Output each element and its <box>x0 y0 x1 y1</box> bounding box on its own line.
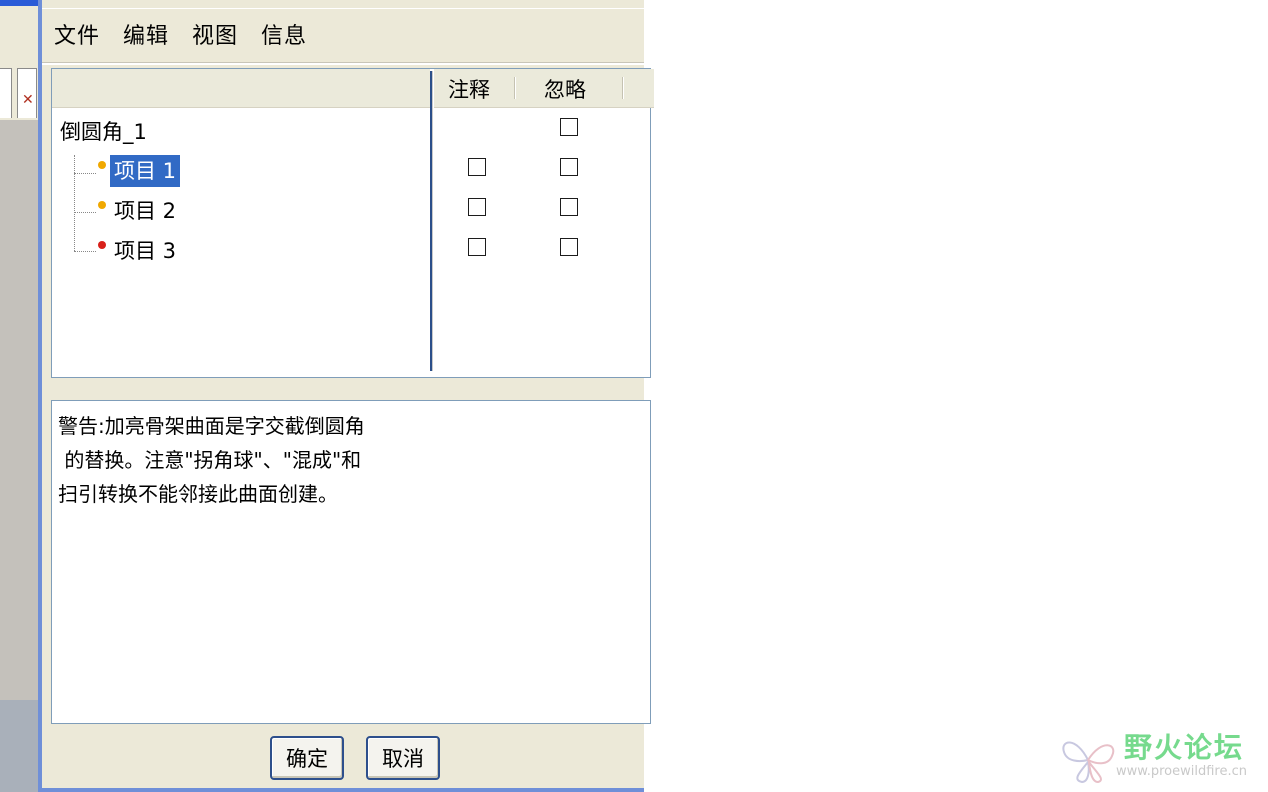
failure-diagnostics-dialog: 文件 编辑 视图 信息 注释 忽略 倒圆角_1 项目 1 项目 2 项目 3 警… <box>38 0 654 792</box>
tree-root-node[interactable]: 倒圆角_1 <box>60 113 147 149</box>
menu-file[interactable]: 文件 <box>54 18 100 50</box>
tree-header <box>52 69 430 108</box>
menu-edit[interactable]: 编辑 <box>123 18 169 50</box>
feature-tree-panel: 注释 忽略 倒圆角_1 项目 1 项目 2 项目 3 <box>51 68 654 378</box>
tree-connector <box>74 173 96 174</box>
tree-item-3[interactable]: 项目 3 <box>98 233 180 269</box>
watermark-url: www.proewildfire.cn <box>1116 764 1247 779</box>
item-3-ignore-checkbox[interactable] <box>560 238 578 256</box>
tree-item-label: 项目 2 <box>114 199 177 223</box>
menu-bar: 文件 编辑 视图 信息 <box>42 10 644 58</box>
column-ignore-header[interactable]: 忽略 <box>544 74 586 104</box>
menu-view[interactable]: 视图 <box>192 18 238 50</box>
status-dot-icon <box>98 159 108 183</box>
tree-item-1[interactable]: 项目 1 <box>98 153 181 189</box>
menu-divider <box>42 62 644 65</box>
dialog-frame-bottom <box>42 788 644 792</box>
status-dot-icon <box>98 199 108 223</box>
column-annotate-header[interactable]: 注释 <box>448 74 490 104</box>
tree-item-label: 项目 1 <box>110 155 181 187</box>
item-1-ignore-checkbox[interactable] <box>560 158 578 176</box>
column-divider[interactable] <box>622 77 624 99</box>
model-viewport[interactable] <box>0 120 38 720</box>
warning-message: 警告:加亮骨架曲面是字交截倒圆角 的替换。注意"拐角球"、"混成"和 扫引转换不… <box>58 414 365 506</box>
message-panel: 警告:加亮骨架曲面是字交截倒圆角 的替换。注意"拐角球"、"混成"和 扫引转换不… <box>51 400 651 724</box>
button-bar: 确定 取消 <box>42 730 644 786</box>
forum-watermark: 野火论坛 www.proewildfire.cn <box>1058 726 1263 788</box>
butterfly-logo-icon <box>1062 741 1115 784</box>
tree-item-label: 项目 3 <box>114 239 177 263</box>
watermark-title: 野火论坛 <box>1124 731 1245 764</box>
column-divider[interactable] <box>514 77 516 99</box>
ok-button[interactable]: 确定 <box>270 736 344 780</box>
tree-root-label: 倒圆角_1 <box>60 120 147 144</box>
item-2-ignore-checkbox[interactable] <box>560 198 578 216</box>
background-toolbar <box>0 6 38 65</box>
item-3-annotate-checkbox[interactable] <box>468 238 486 256</box>
status-dot-icon <box>98 239 108 263</box>
root-ignore-checkbox[interactable] <box>560 118 578 136</box>
cancel-button[interactable]: 取消 <box>366 736 440 780</box>
tree-connector <box>74 155 75 251</box>
tree-connector <box>74 212 96 213</box>
item-2-annotate-checkbox[interactable] <box>468 198 486 216</box>
model-geometry <box>0 700 38 792</box>
item-1-annotate-checkbox[interactable] <box>468 158 486 176</box>
column-header-bar: 注释 忽略 <box>434 69 654 108</box>
dialog-frame-top <box>42 0 644 9</box>
column-splitter[interactable] <box>430 71 433 371</box>
menu-info[interactable]: 信息 <box>261 18 307 50</box>
tree-item-2[interactable]: 项目 2 <box>98 193 180 229</box>
background-tab[interactable] <box>0 68 12 118</box>
background-app-strip: ✕ <box>0 0 38 792</box>
tree-connector <box>74 251 96 252</box>
close-tab-icon[interactable]: ✕ <box>22 92 34 108</box>
